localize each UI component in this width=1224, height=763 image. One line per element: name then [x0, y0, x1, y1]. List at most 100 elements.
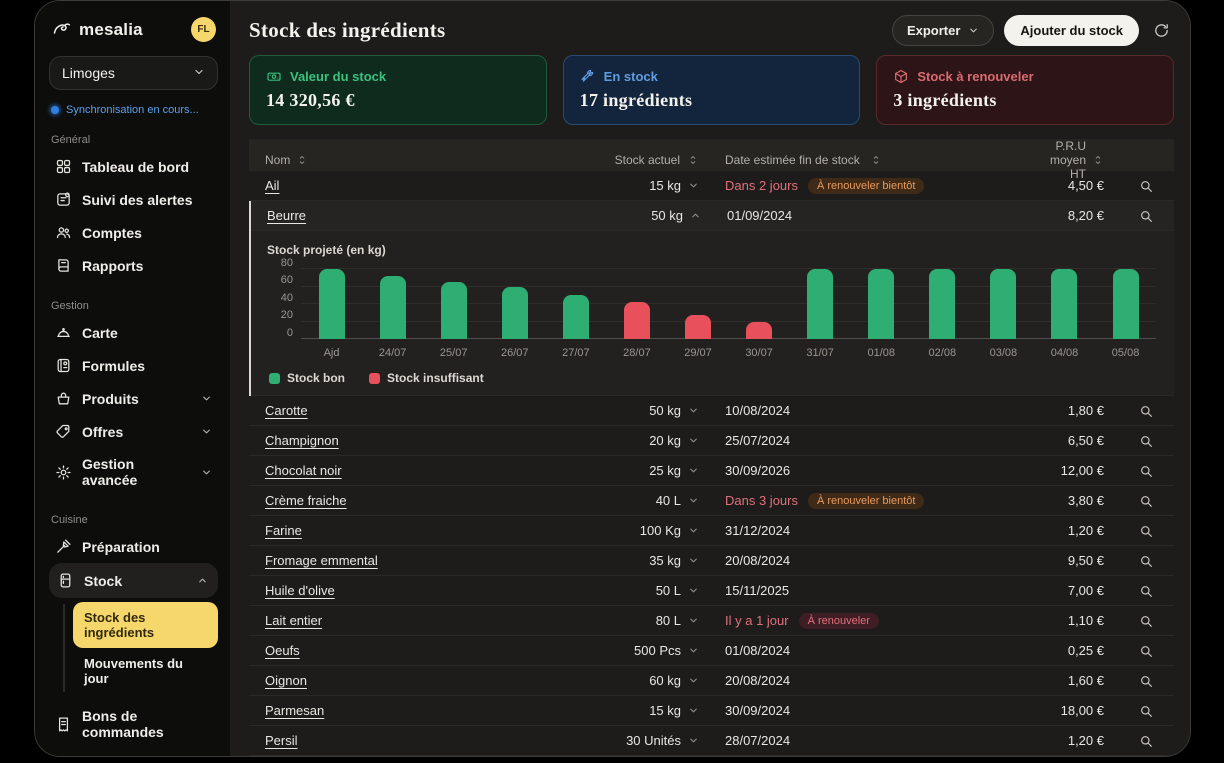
- sidebar-nav: GénéralTableau de bordSuivi des alertesC…: [49, 134, 218, 756]
- export-button[interactable]: Exporter: [892, 15, 994, 46]
- bar-29-07: [685, 315, 711, 340]
- y-tick-label: 20: [267, 309, 293, 321]
- legend-swatch-icon: [269, 373, 280, 384]
- ingredient-link[interactable]: Chocolat noir: [265, 463, 342, 478]
- chevron-down-icon[interactable]: [688, 675, 699, 686]
- ingredient-link[interactable]: Fromage emmental: [265, 553, 378, 568]
- cell-stock: 25 kg: [549, 463, 699, 478]
- ingredient-link[interactable]: Champignon: [265, 433, 339, 448]
- cell-date: Dans 3 joursÀ renouveler bientôt: [699, 493, 1039, 509]
- sidebar-item-carte[interactable]: Carte: [49, 316, 218, 349]
- date-value: 10/08/2024: [725, 403, 790, 418]
- search-icon[interactable]: [1118, 553, 1174, 569]
- chevron-down-icon[interactable]: [688, 405, 699, 416]
- search-icon[interactable]: [1118, 208, 1174, 224]
- search-icon[interactable]: [1118, 673, 1174, 689]
- brand-name: mesalia: [79, 20, 143, 40]
- ingredient-link[interactable]: Crème fraiche: [265, 493, 347, 508]
- chevron-down-icon[interactable]: [688, 555, 699, 566]
- search-icon[interactable]: [1118, 643, 1174, 659]
- cell-name: Crème fraiche: [249, 493, 549, 508]
- ingredient-link[interactable]: Persil: [265, 733, 298, 748]
- chevron-down-icon[interactable]: [688, 495, 699, 506]
- fridge-icon: [57, 572, 74, 589]
- search-icon[interactable]: [1118, 493, 1174, 509]
- bar-slot: [1034, 269, 1095, 339]
- sidebar-item-formules[interactable]: Formules: [49, 349, 218, 382]
- ingredient-link[interactable]: Oignon: [265, 673, 307, 688]
- bar-slot: [484, 269, 545, 339]
- sidebar-item-recettes[interactable]: Recettes: [49, 748, 218, 756]
- add-stock-button[interactable]: Ajouter du stock: [1004, 15, 1139, 46]
- chevron-down-icon[interactable]: [688, 615, 699, 626]
- date-value: 30/09/2026: [725, 463, 790, 478]
- header-actions: Exporter Ajouter du stock: [892, 15, 1174, 46]
- date-value: 25/07/2024: [725, 433, 790, 448]
- stock-value: 35 kg: [649, 553, 681, 568]
- sidebar-item-produits[interactable]: Produits: [49, 382, 218, 415]
- sidebar-subitem-stock-des-ingredients[interactable]: Stock des ingrédients: [73, 602, 218, 648]
- basket-icon: [55, 390, 72, 407]
- chevron-down-icon[interactable]: [688, 465, 699, 476]
- sidebar-item-label: Stock: [84, 573, 122, 589]
- sidebar-item-rapports[interactable]: Rapports: [49, 249, 218, 282]
- sidebar-item-stock[interactable]: Stock: [49, 563, 218, 598]
- bar-slot: [606, 269, 667, 339]
- x-label-slot: Ajd: [301, 347, 362, 359]
- cell-price: 7,00 €: [1039, 583, 1118, 598]
- cell-date: 20/08/2024: [699, 673, 1039, 688]
- chevron-down-icon[interactable]: [688, 435, 699, 446]
- ingredient-link[interactable]: Oeufs: [265, 643, 300, 658]
- search-icon[interactable]: [1118, 463, 1174, 479]
- ingredient-link[interactable]: Lait entier: [265, 613, 322, 628]
- chevron-down-icon[interactable]: [688, 180, 699, 191]
- ingredient-link[interactable]: Beurre: [267, 208, 306, 223]
- search-icon[interactable]: [1118, 733, 1174, 749]
- search-icon[interactable]: [1118, 523, 1174, 539]
- sidebar-item-tableau-de-bord[interactable]: Tableau de bord: [49, 150, 218, 183]
- ingredient-link[interactable]: Huile d'olive: [265, 583, 335, 598]
- sidebar-item-gestion-avancee[interactable]: Gestion avancée: [49, 448, 218, 496]
- search-icon[interactable]: [1118, 403, 1174, 419]
- table-row: Champignon20 kg25/07/20246,50 €: [249, 426, 1174, 456]
- search-icon[interactable]: [1118, 178, 1174, 194]
- sidebar-item-preparation[interactable]: Préparation: [49, 530, 218, 563]
- x-tick-label: 25/07: [440, 347, 468, 359]
- ingredient-link[interactable]: Farine: [265, 523, 302, 538]
- ingredient-link[interactable]: Parmesan: [265, 703, 324, 718]
- chevron-up-icon[interactable]: [690, 210, 701, 221]
- chevron-down-icon[interactable]: [688, 705, 699, 716]
- sidebar-subitem-mouvements-du-jour[interactable]: Mouvements du jour: [73, 648, 218, 694]
- sidebar-item-comptes[interactable]: Comptes: [49, 216, 218, 249]
- sidebar-item-bons-de-commandes[interactable]: Bons de commandes: [49, 700, 218, 748]
- search-icon[interactable]: [1118, 613, 1174, 629]
- refresh-icon[interactable]: [1149, 18, 1174, 43]
- ingredient-link[interactable]: Ail: [265, 178, 279, 193]
- sidebar-item-label: Suivi des alertes: [82, 192, 193, 208]
- ingredient-link[interactable]: Carotte: [265, 403, 308, 418]
- sidebar-item-offres[interactable]: Offres: [49, 415, 218, 448]
- location-selector[interactable]: Limoges: [49, 56, 218, 90]
- search-icon[interactable]: [1118, 583, 1174, 599]
- chevron-down-icon[interactable]: [688, 585, 699, 596]
- search-icon[interactable]: [1118, 433, 1174, 449]
- stock-value: 40 L: [656, 493, 681, 508]
- column-header-stock-actuel[interactable]: Stock actuel: [549, 153, 699, 167]
- table-row: Oeufs500 Pcs01/08/20240,25 €: [249, 636, 1174, 666]
- column-header-nom[interactable]: Nom: [249, 153, 549, 167]
- renewal-badge: À renouveler: [799, 613, 879, 629]
- sidebar-item-suivi-des-alertes[interactable]: Suivi des alertes: [49, 183, 218, 216]
- cell-name: Fromage emmental: [249, 553, 549, 568]
- stock-value: 100 Kg: [640, 523, 681, 538]
- brand-logo: mesalia FL: [49, 13, 218, 46]
- chevron-down-icon[interactable]: [688, 525, 699, 536]
- search-icon[interactable]: [1118, 703, 1174, 719]
- column-header-date-estimee-fin-de-stock[interactable]: Date estimée fin de stock: [699, 153, 1039, 167]
- cell-name: Huile d'olive: [249, 583, 549, 598]
- chevron-down-icon[interactable]: [688, 645, 699, 656]
- user-avatar[interactable]: FL: [191, 17, 216, 42]
- cell-price: 1,20 €: [1039, 523, 1118, 538]
- chevron-down-icon[interactable]: [688, 735, 699, 746]
- cell-price: 9,50 €: [1039, 553, 1118, 568]
- x-tick-label: 01/08: [867, 347, 895, 359]
